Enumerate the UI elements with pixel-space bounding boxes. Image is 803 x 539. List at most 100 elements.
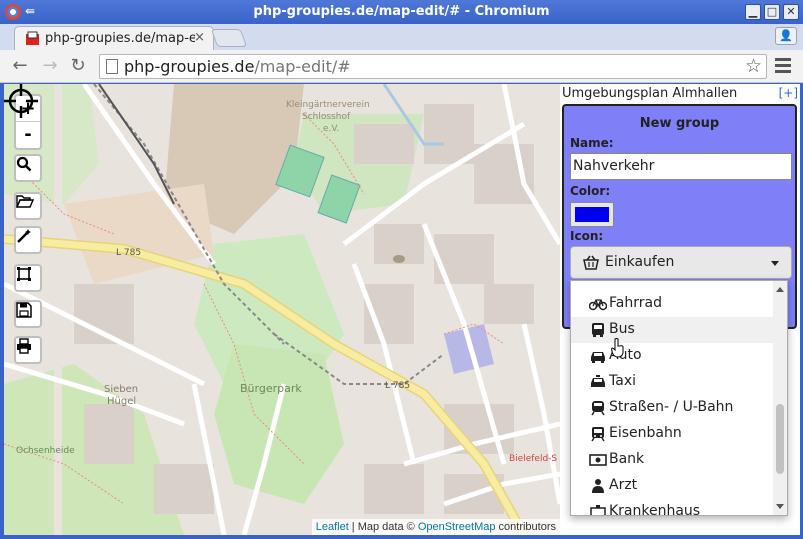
crosshair-icon xyxy=(4,84,38,118)
map-label-ev: e.V. xyxy=(323,124,340,134)
url-text[interactable]: php-groupies.de/map-edit/# xyxy=(124,57,351,76)
money-icon xyxy=(589,454,607,466)
map-label-ochsenheide: Ochsenheide xyxy=(16,446,75,456)
maximize-button[interactable]: □ xyxy=(764,4,780,20)
scroll-up-icon[interactable] xyxy=(776,287,784,292)
map-label-l785-b: L 785 xyxy=(385,381,411,391)
group-name-input[interactable]: Nahverkehr xyxy=(570,153,792,180)
option-auto[interactable]: Auto xyxy=(571,343,775,369)
tab-close-icon[interactable]: × xyxy=(194,30,205,45)
icon-label: Icon: xyxy=(570,229,604,243)
attribution-separator: | Map data © xyxy=(348,521,418,533)
color-picker[interactable] xyxy=(570,202,614,227)
subway-icon xyxy=(591,401,605,416)
page-content: Kleingärtnerverein Schlosshof e.V. L 785… xyxy=(4,84,800,535)
map-attribution: Leaflet | Map data © OpenStreetMap contr… xyxy=(311,519,560,535)
map-label-bielefeld: Bielefeld-S xyxy=(509,454,558,464)
magic-wand-icon xyxy=(17,229,31,243)
doctor-icon xyxy=(592,479,604,493)
tab-title: php-groupies.de/map-e xyxy=(45,31,195,46)
address-bar[interactable]: php-groupies.de/map-edit/# ☆ xyxy=(99,54,767,79)
close-window-button[interactable]: ✕ xyxy=(783,4,799,20)
option-label: Krankenhaus xyxy=(609,503,701,516)
name-label: Name: xyxy=(570,136,614,150)
taxi-icon xyxy=(591,375,605,387)
chevron-down-icon xyxy=(771,261,779,266)
option-label: Fahrrad xyxy=(609,295,662,311)
plan-title: Umgebungsplan Almhallen xyxy=(562,86,738,101)
map[interactable]: Kleingärtnerverein Schlosshof e.V. L 785… xyxy=(4,84,560,535)
option-label: Straßen- / U-Bahn xyxy=(609,399,734,415)
train-icon xyxy=(591,427,605,442)
url-host: php-groupies.de xyxy=(124,57,255,76)
option-eisenbahn[interactable]: Eisenbahn xyxy=(571,421,775,447)
search-icon xyxy=(16,156,32,172)
scrollbar-thumb[interactable] xyxy=(776,404,784,474)
color-label: Color: xyxy=(570,184,611,198)
search-button[interactable] xyxy=(14,154,42,182)
option-label: Arzt xyxy=(609,477,638,493)
add-plan-link[interactable]: [+] xyxy=(779,86,798,100)
map-label-buergerpark: Bürgerpark xyxy=(240,382,302,395)
reload-icon[interactable]: ↻ xyxy=(68,56,88,76)
tab-strip: php-groupies.de/map-e × 👤 xyxy=(0,24,803,50)
map-label-l785-a: L 785 xyxy=(116,248,142,258)
color-swatch-fill xyxy=(575,207,609,222)
list-item-partial[interactable] xyxy=(571,281,775,291)
option-bank[interactable]: Bank xyxy=(571,447,775,473)
open-button[interactable] xyxy=(14,192,42,220)
minimize-button[interactable]: ▁ xyxy=(745,4,761,20)
forward-arrow-icon[interactable]: → xyxy=(40,56,60,76)
leaflet-link[interactable]: Leaflet xyxy=(316,521,349,533)
attribution-contributors: contributors xyxy=(495,521,556,533)
option-strassenbahn[interactable]: Straßen- / U-Bahn xyxy=(571,395,775,421)
browser-tab[interactable]: php-groupies.de/map-e × xyxy=(14,26,214,50)
option-krankenhaus[interactable]: Krankenhaus xyxy=(571,499,775,516)
shopping-basket-icon xyxy=(583,255,599,270)
sidebar: Umgebungsplan Almhallen [+] New group Na… xyxy=(560,84,800,535)
magic-wand-button[interactable] xyxy=(14,226,42,254)
back-arrow-icon[interactable]: ← xyxy=(10,56,30,76)
scroll-down-icon[interactable] xyxy=(776,504,784,509)
new-group-heading: New group xyxy=(639,116,720,131)
printer-icon xyxy=(17,338,31,354)
bicycle-icon xyxy=(589,299,607,311)
map-label-huegel: Hügel xyxy=(107,396,137,407)
option-taxi[interactable]: Taxi xyxy=(571,369,775,395)
map-label-schlosshof: Schlosshof xyxy=(302,112,351,122)
expand-frame-icon xyxy=(17,267,31,281)
window-title: php-groupies.de/map-edit/# - Chromium xyxy=(253,4,550,19)
page-icon xyxy=(106,59,118,74)
option-label: Bus xyxy=(609,321,635,337)
window-titlebar: ⇚ php-groupies.de/map-edit/# - Chromium … xyxy=(0,0,803,24)
zoom-out-button[interactable]: - xyxy=(16,122,40,148)
fit-bounds-button[interactable] xyxy=(14,264,42,292)
option-label: Eisenbahn xyxy=(609,425,682,441)
new-tab-button[interactable] xyxy=(210,29,248,47)
osm-link[interactable]: OpenStreetMap xyxy=(418,521,496,533)
url-path: /map-edit/# xyxy=(254,57,351,76)
map-label-sieben: Sieben xyxy=(104,384,139,395)
icon-select-value: Einkaufen xyxy=(605,254,675,270)
option-fahrrad[interactable]: Fahrrad xyxy=(571,291,775,317)
bookmark-star-icon[interactable]: ☆ xyxy=(745,55,762,77)
folder-open-icon xyxy=(16,195,34,208)
menu-icon[interactable] xyxy=(775,58,791,74)
map-label-kleingarten: Kleingärtnerverein xyxy=(286,100,370,110)
print-button[interactable] xyxy=(14,336,42,364)
bus-icon xyxy=(592,323,604,337)
option-arzt[interactable]: Arzt xyxy=(571,473,775,499)
save-button[interactable] xyxy=(14,300,42,328)
hand-cursor-icon xyxy=(611,338,624,358)
option-label: Bank xyxy=(609,451,645,467)
icon-select[interactable]: Einkaufen xyxy=(570,246,792,279)
dropdown-scrollbar[interactable] xyxy=(773,281,787,515)
hospital-icon xyxy=(590,505,606,515)
floppy-disk-icon xyxy=(16,302,32,318)
car-icon xyxy=(591,352,605,363)
option-bus[interactable]: Bus xyxy=(571,317,775,343)
profile-icon[interactable]: 👤 xyxy=(775,27,797,45)
icon-dropdown-list[interactable]: Fahrrad Bus Auto Taxi Straßen- / U-Bahn … xyxy=(570,280,788,516)
map-tiles[interactable] xyxy=(4,84,560,535)
browser-toolbar: ← → ↻ php-groupies.de/map-edit/# ☆ xyxy=(0,50,803,83)
